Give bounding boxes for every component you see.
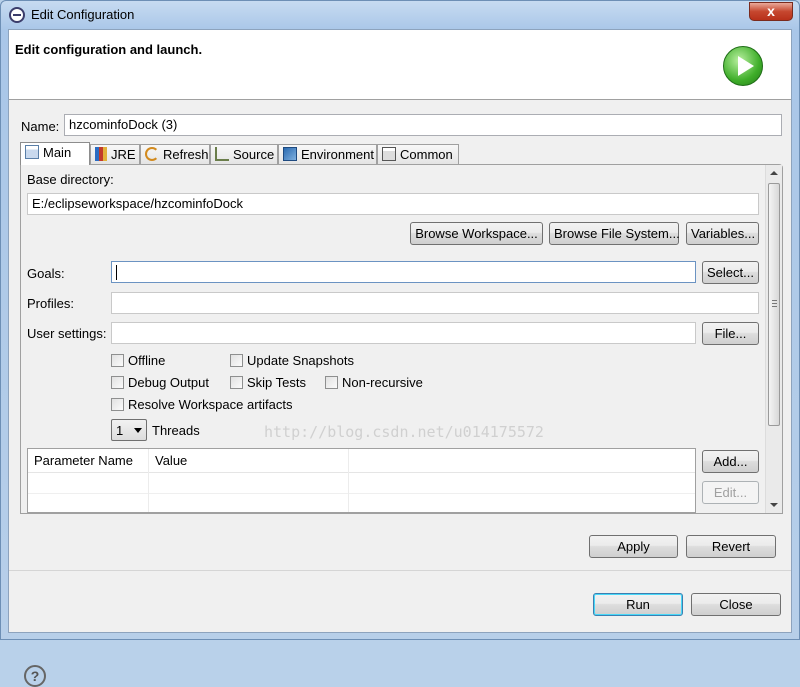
separator — [9, 570, 791, 571]
variables-button[interactable]: Variables... — [686, 222, 759, 245]
skip-tests-checkbox[interactable]: Skip Tests — [230, 375, 306, 390]
scrollbar-thumb[interactable] — [768, 183, 780, 426]
checkbox-box — [111, 376, 124, 389]
text-caret — [116, 265, 117, 280]
file-button[interactable]: File... — [702, 322, 759, 345]
source-icon — [215, 147, 229, 161]
header-title: Edit configuration and launch. — [15, 42, 203, 57]
title-bar[interactable]: Edit Configuration x — [1, 1, 799, 29]
goals-label: Goals: — [27, 266, 65, 281]
checkbox-box — [230, 376, 243, 389]
offline-checkbox[interactable]: Offline — [111, 353, 165, 368]
environment-icon — [283, 147, 297, 161]
dialog-header: Edit configuration and launch. — [9, 30, 791, 100]
edit-configuration-window: Edit Configuration x Edit configuration … — [0, 0, 800, 687]
run-launch-icon — [723, 46, 763, 86]
column-header-empty — [349, 449, 695, 473]
profiles-input[interactable] — [111, 292, 759, 314]
table-row[interactable] — [28, 494, 695, 512]
configuration-body: Name: hzcominfoDock (3) Main JRE Refresh… — [9, 102, 791, 687]
tab-common[interactable]: Common — [377, 144, 459, 164]
grip-icon — [772, 300, 777, 307]
base-directory-label: Base directory: — [27, 172, 114, 187]
run-button[interactable]: Run — [593, 593, 683, 616]
chevron-down-icon — [134, 428, 142, 433]
tab-main[interactable]: Main — [20, 142, 90, 165]
main-tab-icon — [25, 145, 39, 159]
scroll-up-icon[interactable] — [770, 171, 778, 175]
column-header-parameter-name[interactable]: Parameter Name — [28, 449, 149, 473]
add-parameter-button[interactable]: Add... — [702, 450, 759, 473]
threads-label: Threads — [152, 423, 200, 438]
refresh-icon — [145, 147, 159, 161]
apply-button[interactable]: Apply — [589, 535, 678, 558]
select-goals-button[interactable]: Select... — [702, 261, 759, 284]
browse-file-system-button[interactable]: Browse File System... — [549, 222, 680, 245]
checkbox-box — [325, 376, 338, 389]
debug-output-checkbox[interactable]: Debug Output — [111, 375, 209, 390]
watermark: http://blog.csdn.net/u014175572 — [264, 423, 544, 441]
parameters-table: Parameter Name Value — [27, 448, 696, 513]
column-divider — [148, 449, 149, 512]
profiles-label: Profiles: — [27, 296, 74, 311]
help-icon[interactable]: ? — [24, 665, 46, 687]
user-settings-label: User settings: — [27, 326, 107, 341]
eclipse-icon — [9, 7, 25, 23]
revert-button[interactable]: Revert — [686, 535, 776, 558]
tab-refresh[interactable]: Refresh — [140, 144, 210, 164]
user-settings-input[interactable] — [111, 322, 696, 344]
jre-icon — [95, 147, 107, 161]
table-row[interactable] — [28, 473, 695, 494]
window-close-button[interactable]: x — [749, 2, 793, 21]
base-directory-input[interactable]: E:/eclipseworkspace/hzcominfoDock — [27, 193, 759, 215]
update-snapshots-checkbox[interactable]: Update Snapshots — [230, 353, 354, 368]
update-snapshots-label: Update Snapshots — [247, 353, 354, 368]
tab-source-label: Source — [233, 147, 275, 162]
name-label: Name: — [21, 119, 60, 134]
threads-value: 1 — [116, 423, 124, 438]
column-divider — [348, 449, 349, 512]
tab-jre-label: JRE — [111, 147, 136, 162]
skip-tests-label: Skip Tests — [247, 375, 307, 390]
panel-scrollbar[interactable] — [765, 165, 782, 513]
tab-refresh-label: Refresh — [163, 147, 209, 162]
resolve-workspace-checkbox[interactable]: Resolve Workspace artifacts — [111, 397, 293, 412]
tab-common-label: Common — [400, 147, 453, 162]
window-title: Edit Configuration — [31, 7, 135, 22]
debug-output-label: Debug Output — [128, 375, 209, 390]
offline-label: Offline — [128, 353, 166, 368]
edit-parameter-button[interactable]: Edit... — [702, 481, 759, 504]
dialog-client: Edit configuration and launch. Name: hzc… — [8, 29, 792, 687]
goals-input[interactable] — [111, 261, 696, 283]
checkbox-box — [230, 354, 243, 367]
close-button[interactable]: Close — [691, 593, 781, 616]
tab-main-label: Main — [43, 145, 72, 160]
common-icon — [382, 147, 396, 161]
tab-environment[interactable]: Environment — [278, 144, 377, 164]
tab-jre[interactable]: JRE — [90, 144, 140, 164]
column-header-value[interactable]: Value — [149, 449, 349, 473]
name-input[interactable]: hzcominfoDock (3) — [64, 114, 782, 136]
resolve-workspace-label: Resolve Workspace artifacts — [128, 397, 293, 412]
browse-workspace-button[interactable]: Browse Workspace... — [410, 222, 543, 245]
threads-select[interactable]: 1 — [111, 419, 147, 441]
tab-source[interactable]: Source — [210, 144, 278, 164]
scroll-down-icon[interactable] — [770, 503, 778, 507]
non-recursive-label: Non-recursive — [342, 375, 423, 390]
non-recursive-checkbox[interactable]: Non-recursive — [325, 375, 423, 390]
tab-environment-label: Environment — [301, 147, 374, 162]
main-tab-panel: Base directory: E:/eclipseworkspace/hzco… — [20, 164, 783, 514]
checkbox-box — [111, 354, 124, 367]
checkbox-box — [111, 398, 124, 411]
